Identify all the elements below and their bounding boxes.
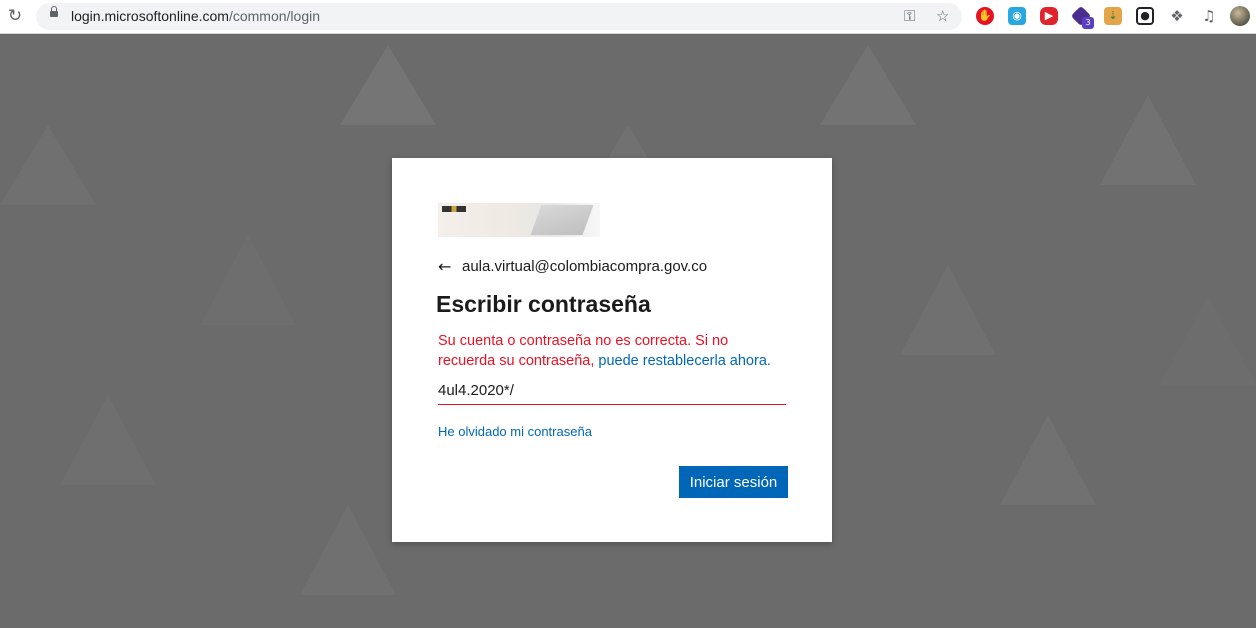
signin-card: ← aula.virtual@colombiacompra.gov.co Esc… (392, 158, 832, 542)
back-arrow-icon[interactable]: ← (438, 257, 451, 277)
org-logo (442, 206, 466, 212)
reset-password-link[interactable]: puede restablecerla ahora. (598, 353, 771, 369)
key-icon[interactable]: ⚿ (904, 7, 915, 25)
background-triangle (340, 45, 436, 125)
video-icon[interactable]: ▶ (1040, 7, 1058, 25)
background-triangle (1160, 295, 1256, 385)
url-path: /common/login (228, 8, 321, 24)
download-icon[interactable]: ⇣ (1104, 7, 1122, 25)
address-bar[interactable]: login.microsoftonline.com/common/login ⚿… (36, 3, 962, 30)
background-triangle (60, 395, 156, 485)
background-triangle (1000, 415, 1096, 505)
adblock-icon[interactable]: ✋ (976, 7, 994, 25)
background-triangle (820, 45, 916, 125)
avatar[interactable] (1230, 6, 1250, 26)
reload-icon[interactable]: ↻ (6, 7, 24, 25)
browser-toolbar: ↻ login.microsoftonline.com/common/login… (0, 0, 1256, 34)
error-message: Su cuenta o contraseña no es correcta. S… (438, 331, 788, 371)
screenshot-icon[interactable]: ◉ (1008, 7, 1026, 25)
page-title: Escribir contraseña (436, 291, 651, 317)
url-host: login.microsoftonline.com (71, 8, 229, 24)
background-triangle (1100, 95, 1196, 185)
identity-email: aula.virtual@colombiacompra.gov.co (462, 258, 708, 275)
lock-icon[interactable] (50, 6, 58, 17)
star-icon[interactable]: ☆ (936, 7, 949, 25)
password-field[interactable] (438, 377, 786, 405)
extension-badge: 3 (1082, 17, 1094, 29)
background-triangle (200, 235, 296, 325)
background-triangle (300, 505, 396, 595)
org-banner-image (438, 203, 600, 237)
laptop-image (530, 205, 594, 235)
media-icon[interactable]: ♫ (1200, 7, 1218, 25)
background-triangle (900, 265, 996, 355)
background-triangle (0, 125, 96, 205)
forgot-password-link[interactable]: He olvidado mi contraseña (438, 424, 592, 439)
url-text[interactable]: login.microsoftonline.com/common/login (71, 8, 320, 24)
puzzle-icon[interactable]: ❖ (1168, 7, 1186, 25)
signin-button[interactable]: Iniciar sesión (679, 466, 788, 498)
capture-icon[interactable]: ● (1136, 7, 1154, 25)
